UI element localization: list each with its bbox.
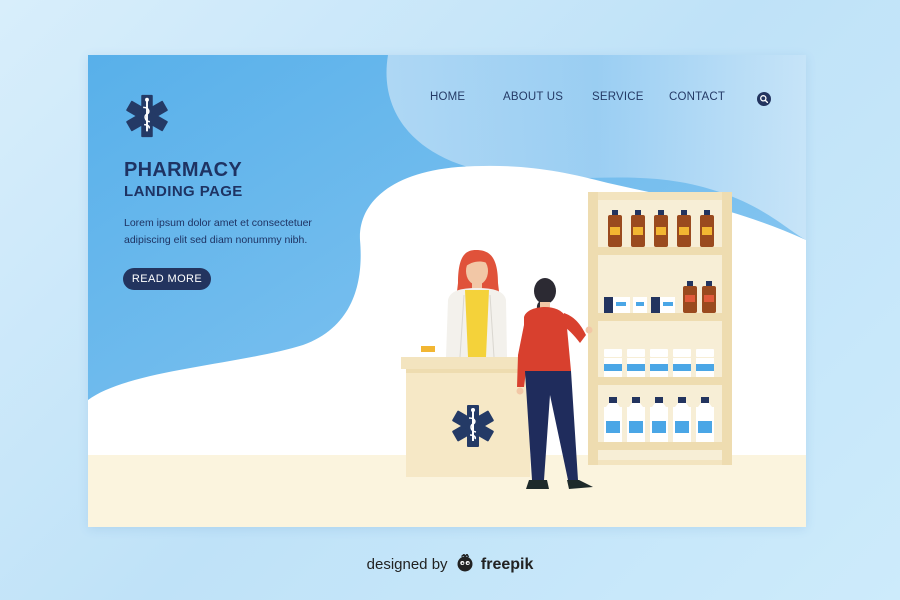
freepik-logo-icon[interactable]: [456, 554, 474, 572]
pharmacist-figure: [446, 250, 507, 358]
footer-prefix: designed by: [366, 556, 448, 573]
landing-page-card: HOME ABOUT US SERVICE CONTACT PHARMACY L…: [88, 55, 806, 527]
footer-brand[interactable]: freepik: [481, 556, 533, 573]
footer-attribution: designed by freepik: [0, 554, 900, 574]
pill-jars: [604, 349, 714, 377]
pharmacy-illustration: [401, 192, 732, 489]
counter-jar: [421, 338, 435, 356]
